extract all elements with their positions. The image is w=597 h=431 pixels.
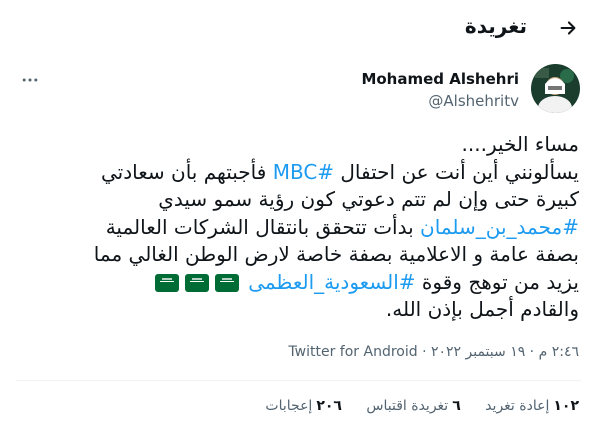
tweet-time[interactable]: ٢:٤٦ م (539, 344, 579, 360)
tweet-header: تغريدة (0, 0, 597, 58)
tweet-source[interactable]: Twitter for Android (288, 344, 417, 360)
retweets-stat[interactable]: ١٠٢إعادة تغريد (485, 398, 579, 414)
tweet-line: #محمد_بن_سلمان بدأت تتحقق بانتقال الشركا… (105, 214, 579, 239)
separator: · (525, 344, 535, 360)
saudi-flag-icon (154, 274, 179, 292)
tweet-line: بصفة عامة و الاعلامية بصفة خاصة لارض الو… (93, 242, 579, 266)
separator: · (417, 344, 427, 360)
tweet-line: يسألونني أين أنت عن احتفال #MBC فأجبتهم … (101, 159, 579, 184)
author-handle[interactable]: @Alshehritv (428, 92, 519, 110)
tweet-text: مساء الخير.... يسألونني أين أنت عن احتفا… (17, 131, 579, 324)
tweet-line: مساء الخير.... (461, 132, 579, 156)
tweet-line: يزيد من توهج وقوة #السعودية_العظمى (17, 269, 579, 297)
back-arrow-icon[interactable] (557, 17, 579, 39)
author-name[interactable]: Mohamed Alshehri (361, 70, 519, 88)
more-options-icon[interactable] (20, 70, 40, 90)
tweet-metadata: ٢:٤٦ م · ١٩ سبتمبر ٢٠٢٢ · Twitter for An… (288, 344, 579, 360)
saudi-flag-icon (214, 274, 239, 292)
tweet-line: والقادم أجمل بإذن الله. (385, 297, 579, 321)
page-title: تغريدة (464, 14, 527, 38)
quotes-stat[interactable]: ٦تغريدة اقتباس (366, 398, 460, 414)
saudi-flag-icon (184, 274, 209, 292)
divider (16, 380, 581, 381)
avatar[interactable] (531, 64, 580, 113)
tweet-stats: ١٠٢إعادة تغريد ٦تغريدة اقتباس ٢٠٦إعجابات (245, 398, 579, 414)
tweet-line: كبيرة حتى وإن لم تتم دعوتي كون رؤية سمو … (158, 187, 579, 211)
hashtag-link[interactable]: #السعودية_العظمى (248, 270, 415, 294)
tweet-author: Mohamed Alshehri @Alshehritv (0, 62, 597, 124)
tweet-date[interactable]: ١٩ سبتمبر ٢٠٢٢ (431, 344, 525, 360)
likes-stat[interactable]: ٢٠٦إعجابات (265, 398, 342, 414)
hashtag-link[interactable]: #محمد_بن_سلمان (420, 215, 579, 239)
hashtag-link[interactable]: #MBC (273, 160, 334, 184)
